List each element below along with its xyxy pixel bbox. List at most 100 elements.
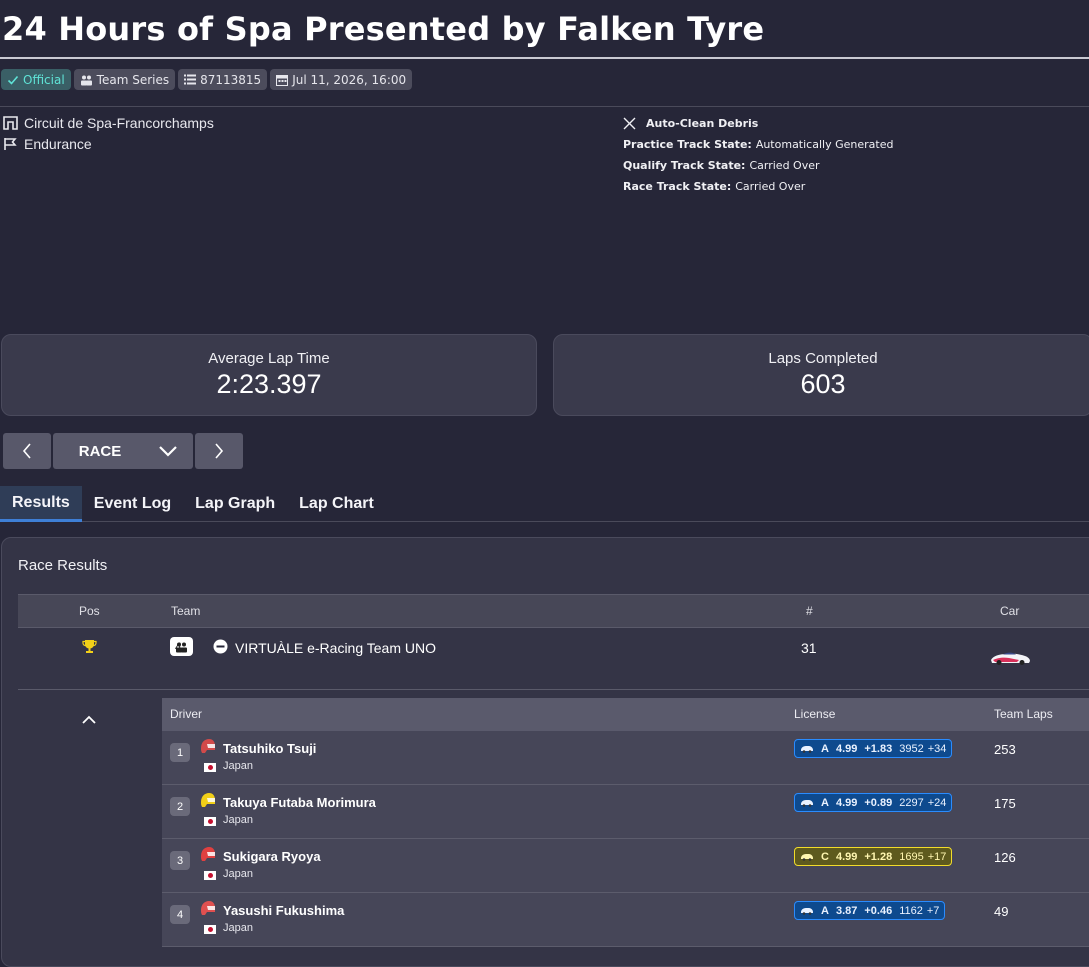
collapse-team-icon[interactable] xyxy=(213,639,228,657)
official-badge: Official xyxy=(1,69,71,90)
x-icon xyxy=(623,117,636,130)
safety-rating: 4.99 xyxy=(835,796,858,809)
pos-header[interactable]: Pos xyxy=(79,604,100,618)
driver-row[interactable]: 4 Yasushi Fukushima Japan A 3.87 +0.46 1162 +7 4… xyxy=(162,893,1089,947)
event-badges: Official Team Series 87113815 Jul 11, 20… xyxy=(1,69,413,90)
license-badge[interactable]: A 4.99 +0.89 2297 +24 xyxy=(794,793,953,812)
date-badge: Jul 11, 2026, 16:00 xyxy=(270,69,413,90)
team-laps: 126 xyxy=(994,850,1016,865)
track-name: Circuit de Spa-Francorchamps xyxy=(24,114,214,131)
driver-country: Japan xyxy=(223,922,253,934)
session-select[interactable]: RACE xyxy=(53,433,193,469)
list-icon xyxy=(184,74,197,85)
team-name[interactable]: VIRTUÀLE e-Racing Team UNO xyxy=(235,640,436,656)
session-id-badge: 87113815 xyxy=(178,69,268,90)
irating-group: 1695 +17 xyxy=(899,851,946,863)
session-navigator: RACE xyxy=(3,433,243,469)
chevron-down-icon xyxy=(159,445,178,457)
license-badge[interactable]: A 3.87 +0.46 1162 +7 xyxy=(794,901,946,920)
safety-rating: 3.87 xyxy=(835,904,858,917)
driver-name[interactable]: Yasushi Fukushima xyxy=(223,903,344,918)
track-icon xyxy=(3,115,18,130)
driver-country: Japan xyxy=(223,814,253,826)
laps-completed-value: 603 xyxy=(800,369,846,399)
irating: 2297 xyxy=(899,796,924,809)
driver-name[interactable]: Tatsuhiko Tsuji xyxy=(223,741,316,756)
tab-results[interactable]: Results xyxy=(0,486,82,522)
irating: 1162 xyxy=(899,904,923,917)
qualify-state-value: Carried Over xyxy=(749,159,820,172)
irating-group: 2297 +24 xyxy=(899,797,946,809)
flag-icon xyxy=(4,137,17,150)
session-select-value: RACE xyxy=(78,442,122,460)
calendar-icon xyxy=(276,74,289,86)
average-lap-time-label: Average Lap Time xyxy=(208,350,330,367)
japan-flag-icon xyxy=(204,871,216,880)
japan-flag-icon xyxy=(204,817,216,826)
car-icon xyxy=(801,908,813,915)
previous-session-button[interactable] xyxy=(3,433,51,469)
event-date: Jul 11, 2026, 16:00 xyxy=(292,72,407,87)
team-laps: 175 xyxy=(994,796,1016,811)
irating: 1695 xyxy=(899,850,924,863)
official-label: Official xyxy=(23,72,65,87)
team-header[interactable]: Team xyxy=(171,604,200,618)
driver-row[interactable]: 2 Takuya Futaba Morimura Japan A 4.99 +0.89 22… xyxy=(162,785,1089,839)
laps-completed-label: Laps Completed xyxy=(768,350,878,367)
race-state-value: Carried Over xyxy=(735,180,806,193)
car-icon xyxy=(801,800,813,807)
results-table-header: Pos Team # Car xyxy=(18,594,1089,628)
driver-name[interactable]: Takuya Futaba Morimura xyxy=(223,795,376,810)
chevron-left-icon xyxy=(22,443,31,459)
irating-group: 1162 +7 xyxy=(899,905,939,917)
japan-flag-icon xyxy=(204,925,216,934)
trophy-icon xyxy=(82,639,97,657)
driver-count-badge: 4 xyxy=(170,637,193,656)
laps-completed-card: Laps Completed 603 xyxy=(553,334,1089,416)
team-result-row[interactable]: 4 VIRTUÀLE e-Racing Team UNO 31 xyxy=(18,628,1089,690)
safety-rating-delta: +1.83 xyxy=(864,742,893,755)
next-session-button[interactable] xyxy=(195,433,243,469)
chevron-up-icon[interactable] xyxy=(82,711,96,729)
driver-count: 4 xyxy=(175,639,182,654)
car-icon xyxy=(801,746,813,753)
driver-row[interactable]: 3 Sukigara Ryoya Japan C 4.99 +1.28 1695 +17 126 xyxy=(162,839,1089,893)
tab-lap-chart[interactable]: Lap Chart xyxy=(287,486,386,522)
auto-clean-row: Auto-Clean Debris xyxy=(623,113,893,134)
irating-delta: +17 xyxy=(927,850,947,863)
license-class: A xyxy=(821,796,829,809)
driver-index: 3 xyxy=(170,851,190,870)
helmet-icon xyxy=(199,900,216,917)
race-results-title: Race Results xyxy=(18,557,108,574)
tab-lap-graph[interactable]: Lap Graph xyxy=(183,486,287,522)
license-badge[interactable]: C 4.99 +1.28 1695 +17 xyxy=(794,847,953,866)
license-class: C xyxy=(821,850,829,863)
driver-index: 2 xyxy=(170,797,190,816)
team-laps: 49 xyxy=(994,904,1009,919)
team-laps-header[interactable]: Team Laps xyxy=(994,707,1053,721)
driver-header[interactable]: Driver xyxy=(170,707,202,721)
irating: 3952 xyxy=(899,742,924,755)
category-row: Endurance xyxy=(3,133,214,154)
driver-row[interactable]: 1 Tatsuhiko Tsuji Japan A 4.99 +1.83 3952 +34 25… xyxy=(162,731,1089,785)
car-image xyxy=(989,648,1031,669)
info-divider xyxy=(0,106,1089,107)
practice-state-value: Automatically Generated xyxy=(755,138,894,151)
car-icon xyxy=(801,854,813,861)
number-header[interactable]: # xyxy=(806,604,813,618)
page-title: 24 Hours of Spa Presented by Falken Tyre xyxy=(2,10,765,48)
chevron-right-icon xyxy=(215,443,224,459)
tab-event-log[interactable]: Event Log xyxy=(82,486,183,522)
average-lap-time-value: 2:23.397 xyxy=(216,369,322,399)
driver-name[interactable]: Sukigara Ryoya xyxy=(223,849,321,864)
practice-state-row: Practice Track State: Automatically Gene… xyxy=(623,134,893,155)
results-tabs: Results Event Log Lap Graph Lap Chart xyxy=(0,486,1089,522)
license-badge[interactable]: A 4.99 +1.83 3952 +34 xyxy=(794,739,953,758)
session-id: 87113815 xyxy=(200,72,262,87)
license-header[interactable]: License xyxy=(794,707,835,721)
helmet-icon xyxy=(199,846,216,863)
japan-flag-icon xyxy=(204,763,216,772)
category-name: Endurance xyxy=(24,135,92,152)
car-header[interactable]: Car xyxy=(1000,604,1019,618)
team-laps: 253 xyxy=(994,742,1016,757)
